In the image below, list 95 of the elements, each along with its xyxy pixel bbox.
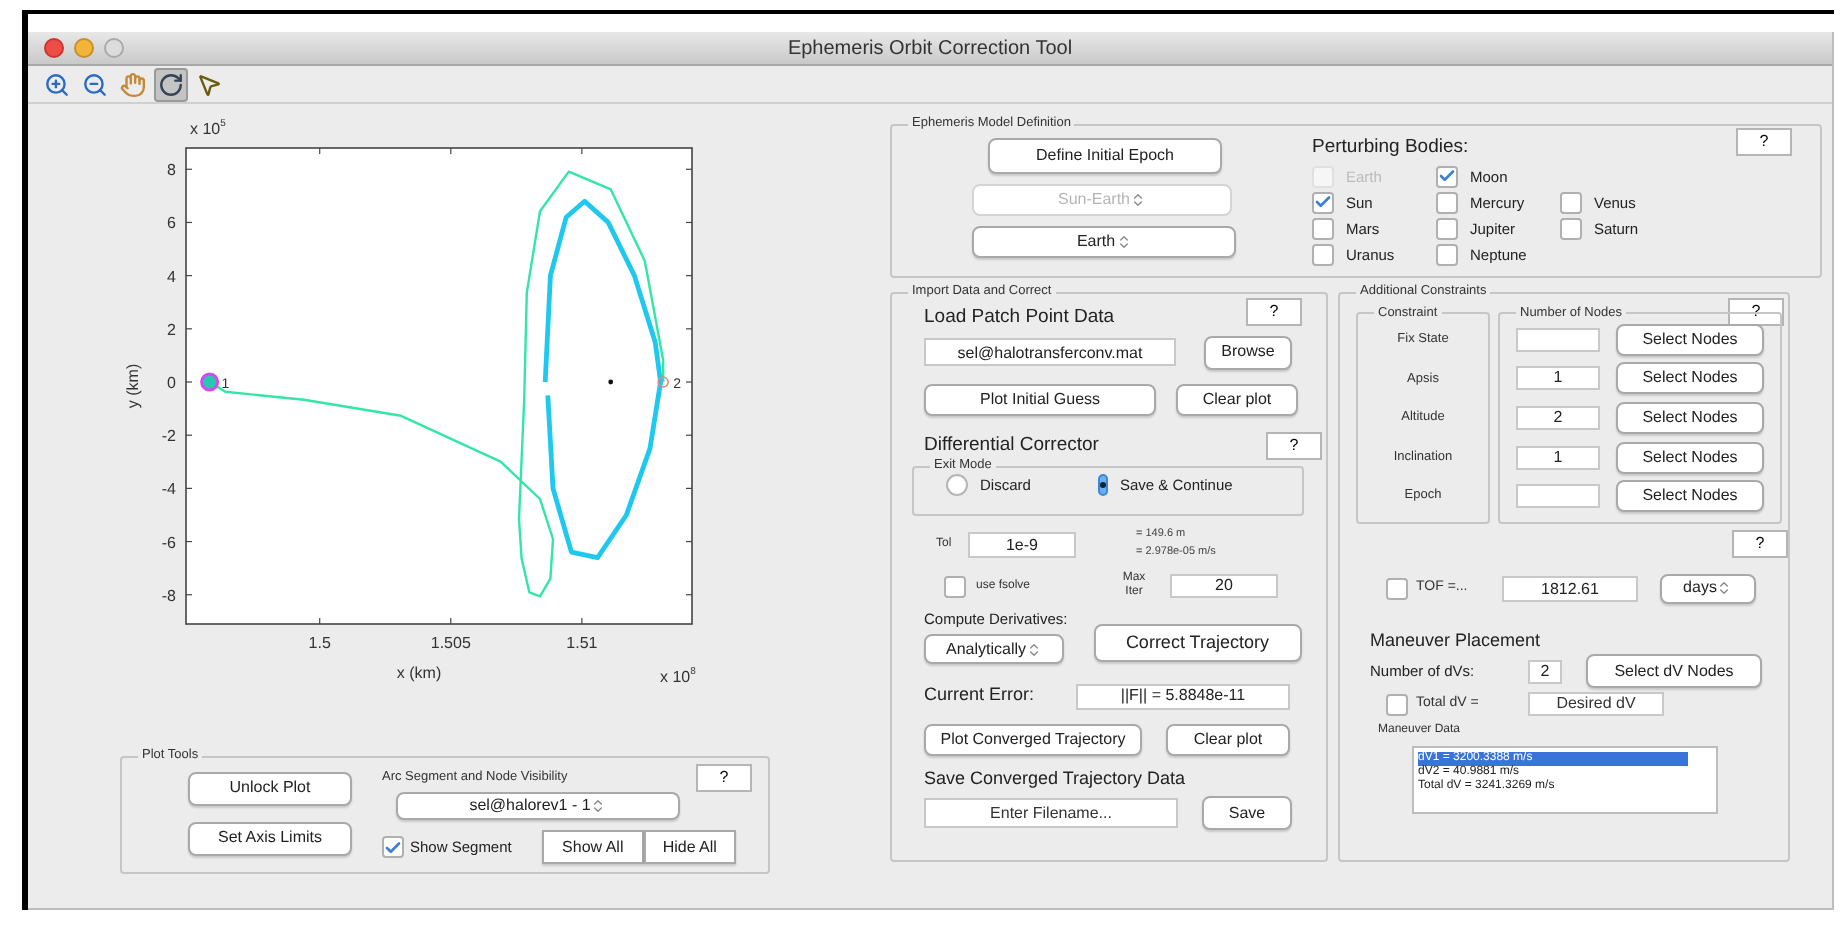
center-point [608,379,614,385]
checkbox[interactable] [1436,191,1458,214]
select-nodes-button[interactable]: Select Nodes [1616,362,1764,395]
select-nodes-button[interactable]: Select Nodes [1616,323,1764,356]
updown-icon [1716,580,1733,596]
tick-label: -6 [161,533,176,552]
axis-label: x (km) [396,664,442,682]
filename-field[interactable]: Enter Filename... [924,798,1178,829]
show-all-button[interactable]: Show All [541,830,644,865]
tick-label: 1.5 [308,634,331,652]
define-epoch-button[interactable]: Define Initial Epoch [988,137,1222,173]
desired-dv-field[interactable]: Desired dV [1528,692,1664,716]
updown-icon [590,798,607,815]
checkbox[interactable] [1436,217,1458,240]
checkbox[interactable] [1312,243,1334,266]
close-button[interactable] [44,38,64,58]
select-nodes-button[interactable]: Select Nodes [1616,441,1764,474]
help-button[interactable]: ? [1266,431,1322,460]
tick-label: 0 [167,374,176,392]
dropdown[interactable]: days [1660,573,1756,603]
help-button[interactable]: ? [696,763,752,791]
tof-field[interactable]: 1812.61 [1502,575,1638,601]
zoom-in-icon [44,71,70,97]
nodes-field[interactable] [1516,484,1600,509]
checkbox[interactable] [1560,217,1582,240]
checkbox[interactable] [1312,191,1334,214]
tick-label: 2 [167,320,176,339]
zoom-out-icon [82,71,108,97]
select-nodes-button[interactable]: Select Nodes [1616,401,1764,434]
tick-label: -4 [161,480,176,499]
start-marker [200,372,220,392]
field-label: Current Error: [924,682,1037,709]
checkbox[interactable] [382,836,404,859]
dropdown[interactable]: Analytically [924,634,1064,665]
nodes-field[interactable]: 1 [1516,445,1600,470]
tick-label: 4 [167,267,176,286]
unlock-plot-button[interactable]: Unlock Plot [188,771,352,805]
checkbox[interactable] [1560,191,1582,214]
section-label: Maneuver Placement [1370,627,1543,653]
cursor-icon [196,71,222,97]
tick-label: 6 [167,214,176,233]
help-button[interactable]: ? [1736,127,1792,155]
section-label: Load Patch Point Data [924,303,1115,331]
checkbox[interactable] [944,575,966,597]
axis-limits-button[interactable]: Set Axis Limits [188,821,352,855]
tick-label: 1.505 [430,634,471,652]
plot-converged-button[interactable]: Plot Converged Trajectory [924,723,1142,756]
clear-plot-button[interactable]: Clear plot [1176,383,1298,416]
axis-multiplier: x 10$^{8}$ [660,666,696,686]
select-nodes-button[interactable]: Select Nodes [1616,480,1764,513]
clear-plot-button[interactable]: Clear plot [1166,723,1290,756]
updown-icon [1115,233,1132,249]
zoom-button[interactable] [104,38,124,58]
save-button[interactable]: Save [1202,796,1292,831]
section-label: Perturbing Bodies: [1312,133,1471,161]
max-iterations-field[interactable]: 20 [1170,574,1278,598]
tick-label: -8 [161,586,176,605]
nodes-field[interactable]: 1 [1516,366,1600,391]
help-button[interactable]: ? [1246,297,1302,325]
axis-label: y (km) [124,363,142,409]
tick-label: -2 [161,427,176,446]
browse-button[interactable]: Browse [1204,335,1292,370]
error-readout: ||F|| = 5.8848e-11 [1076,683,1290,709]
nodes-field[interactable]: 2 [1516,405,1600,430]
updown-icon [1130,191,1147,207]
nodes-field[interactable] [1516,327,1600,352]
correct-trajectory-button[interactable]: Correct Trajectory [1093,624,1302,663]
checkbox[interactable] [1386,577,1408,599]
select-dv-nodes-button[interactable]: Select dV Nodes [1586,654,1762,688]
tick-label: 1.51 [566,634,598,652]
minimize-button[interactable] [74,38,94,58]
tolerance-field[interactable]: 1e-9 [968,531,1076,557]
checkbox[interactable] [1436,165,1458,188]
updown-icon [1026,641,1042,658]
radio-button[interactable] [1098,473,1108,496]
axis-multiplier: x 10$^{5}$ [190,118,226,138]
help-button[interactable]: ? [1732,529,1788,557]
dv-count-field[interactable]: 2 [1528,659,1562,683]
radio-button[interactable] [946,473,968,496]
checkbox[interactable] [1436,243,1458,266]
rotate-icon [158,71,184,97]
tick-label: 8 [167,161,176,180]
section-label: Differential Corrector [924,431,1099,458]
dropdown[interactable]: Earth [972,225,1236,257]
plot-initial-guess-button[interactable]: Plot Initial Guess [924,383,1156,416]
section-label: Save Converged Trajectory Data [924,765,1188,792]
hand-icon [120,71,146,97]
toolbar-button[interactable] [154,67,188,101]
window-title: Ephemeris Orbit Correction Tool [787,35,1073,63]
checkbox[interactable] [1312,217,1334,240]
dropdown[interactable]: sel@halorev1 - 1 [396,792,680,821]
end-marker [657,376,669,388]
checkbox[interactable] [1386,693,1408,715]
file-field[interactable]: sel@halotransferconv.mat [924,338,1176,367]
hide-all-button[interactable]: Hide All [643,830,736,865]
